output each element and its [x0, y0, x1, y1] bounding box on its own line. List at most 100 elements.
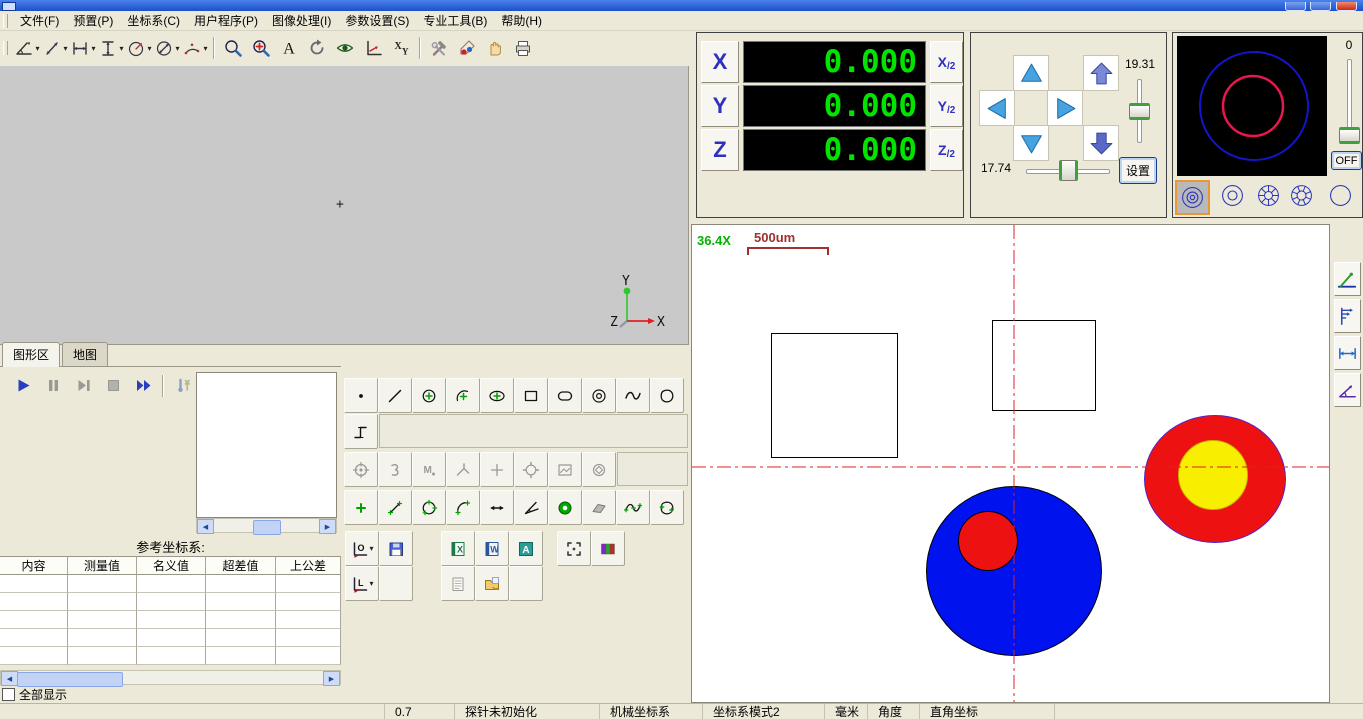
preview-scrollbar[interactable]: ◀ ▶: [196, 518, 337, 533]
table-scroll-thumb[interactable]: [17, 672, 123, 687]
dropdown-caret-icon[interactable]: ▾: [119, 44, 123, 53]
circle-plus-button[interactable]: [412, 378, 446, 413]
pause-button[interactable]: [40, 373, 66, 399]
auto-y-button[interactable]: [446, 452, 480, 487]
menu-item-4[interactable]: 图像处理(I): [265, 10, 338, 31]
dropdown-caret-icon[interactable]: ▾: [369, 544, 373, 553]
curve-green-button[interactable]: [616, 490, 650, 525]
word-button[interactable]: W: [475, 531, 509, 566]
dropdown-caret-icon[interactable]: ▾: [147, 44, 151, 53]
light-level-slider-thumb[interactable]: [1339, 127, 1360, 144]
fast-forward-button[interactable]: [130, 373, 156, 399]
donut-green-button[interactable]: [548, 490, 582, 525]
light-mode-1-button[interactable]: [1217, 180, 1248, 211]
cad-button[interactable]: A: [509, 531, 543, 566]
tools-button[interactable]: [426, 34, 452, 62]
scroll-left-icon[interactable]: ◀: [197, 519, 214, 534]
dropdown-caret-icon[interactable]: ▾: [35, 44, 39, 53]
color-brush-button[interactable]: [454, 34, 480, 62]
dro-Z-half-button[interactable]: Z/2: [930, 129, 963, 171]
rectangle-button[interactable]: [514, 378, 548, 413]
concentric-button[interactable]: [582, 378, 616, 413]
stop-button[interactable]: [100, 373, 126, 399]
blob-green-button[interactable]: [650, 490, 684, 525]
horizontal-distance-button[interactable]: ▾: [70, 34, 96, 62]
dro-axis-Z-button[interactable]: Z: [701, 129, 739, 171]
camera-view[interactable]: + Y X Z: [0, 66, 689, 345]
auto-find-button[interactable]: [582, 452, 616, 487]
preview-scroll-thumb[interactable]: [253, 520, 281, 535]
jog-left-button[interactable]: [979, 90, 1015, 126]
maximize-button[interactable]: [1310, 2, 1331, 11]
dropdown-caret-icon[interactable]: ▾: [369, 579, 373, 588]
menu-item-0[interactable]: 文件(F): [13, 10, 66, 31]
dro-axis-X-button[interactable]: X: [701, 41, 739, 83]
jog-down-button[interactable]: [1013, 125, 1049, 161]
close-button[interactable]: [1336, 2, 1357, 11]
ellipse-plus-button[interactable]: [480, 378, 514, 413]
auto-circle-button[interactable]: [344, 452, 378, 487]
auto-m-button[interactable]: M: [412, 452, 446, 487]
report-folder-button[interactable]: [475, 566, 509, 601]
point-green-button[interactable]: [344, 490, 378, 525]
zoom-window-button[interactable]: [220, 34, 246, 62]
minimize-button[interactable]: [1285, 2, 1306, 11]
curve-button[interactable]: [616, 378, 650, 413]
refresh-button[interactable]: [304, 34, 330, 62]
jog-up-button[interactable]: [1013, 55, 1049, 91]
circle-yellow-inner[interactable]: [1178, 440, 1248, 510]
side-angle-button[interactable]: [1334, 373, 1361, 407]
z-up-button[interactable]: [1083, 55, 1119, 91]
light-level-slider[interactable]: [1347, 59, 1352, 135]
axes-level-button[interactable]: L▾: [345, 566, 379, 601]
fit-view-button[interactable]: [557, 531, 591, 566]
play-button[interactable]: [10, 373, 36, 399]
light-mode-3-button[interactable]: [1286, 180, 1317, 211]
print-button[interactable]: [510, 34, 536, 62]
run-settings-button[interactable]: [170, 373, 196, 399]
table-scrollbar[interactable]: ◀ ▶: [0, 670, 341, 685]
light-off-button[interactable]: OFF: [1331, 151, 1362, 170]
scroll-left-icon[interactable]: ◀: [1, 671, 18, 686]
zoom-in-button[interactable]: [248, 34, 274, 62]
dro-axis-Y-button[interactable]: Y: [701, 85, 739, 127]
distance-arrow-button[interactable]: [480, 490, 514, 525]
dro-X-half-button[interactable]: X/2: [930, 41, 963, 83]
diameter-tool-button[interactable]: ▾: [154, 34, 180, 62]
menu-item-6[interactable]: 专业工具(B): [416, 10, 494, 31]
text-annotation-button[interactable]: A: [276, 34, 302, 62]
side-flag-list-button[interactable]: [1334, 299, 1361, 333]
circle-green-button[interactable]: [412, 490, 446, 525]
side-h-distance-button[interactable]: [1334, 336, 1361, 370]
slot-button[interactable]: [548, 378, 582, 413]
excel-button[interactable]: X: [441, 531, 475, 566]
tab-0[interactable]: 图形区: [2, 342, 60, 367]
circle-blue-large[interactable]: [926, 486, 1102, 656]
dro-Y-half-button[interactable]: Y/2: [930, 85, 963, 127]
angle-construct-button[interactable]: [514, 490, 548, 525]
side-angle-flag-button[interactable]: [1334, 262, 1361, 296]
tab-1[interactable]: 地图: [62, 342, 108, 366]
step-button[interactable]: [344, 414, 378, 449]
dropdown-caret-icon[interactable]: ▾: [91, 44, 95, 53]
auto-image-button[interactable]: [548, 452, 582, 487]
plane-gray-button[interactable]: [582, 490, 616, 525]
auto-move-button[interactable]: [514, 452, 548, 487]
point-button[interactable]: [344, 378, 378, 413]
light-mode-2-button[interactable]: [1253, 180, 1284, 211]
menu-item-7[interactable]: 帮助(H): [494, 10, 549, 31]
blob-button[interactable]: [650, 378, 684, 413]
view-eye-button[interactable]: [332, 34, 358, 62]
hand-pan-button[interactable]: [482, 34, 508, 62]
settings-button[interactable]: 设置: [1119, 157, 1157, 184]
light-mode-0-button[interactable]: [1175, 180, 1210, 215]
blank-button[interactable]: [379, 566, 413, 601]
dropdown-caret-icon[interactable]: ▾: [175, 44, 179, 53]
vertical-distance-button[interactable]: ▾: [98, 34, 124, 62]
angle-tool-button[interactable]: ▾: [14, 34, 40, 62]
rgb-colors-button[interactable]: [591, 531, 625, 566]
doc-gray-button[interactable]: [441, 566, 475, 601]
menu-item-1[interactable]: 预置(P): [66, 10, 120, 31]
save-button[interactable]: [379, 531, 413, 566]
blank-button[interactable]: [509, 566, 543, 601]
